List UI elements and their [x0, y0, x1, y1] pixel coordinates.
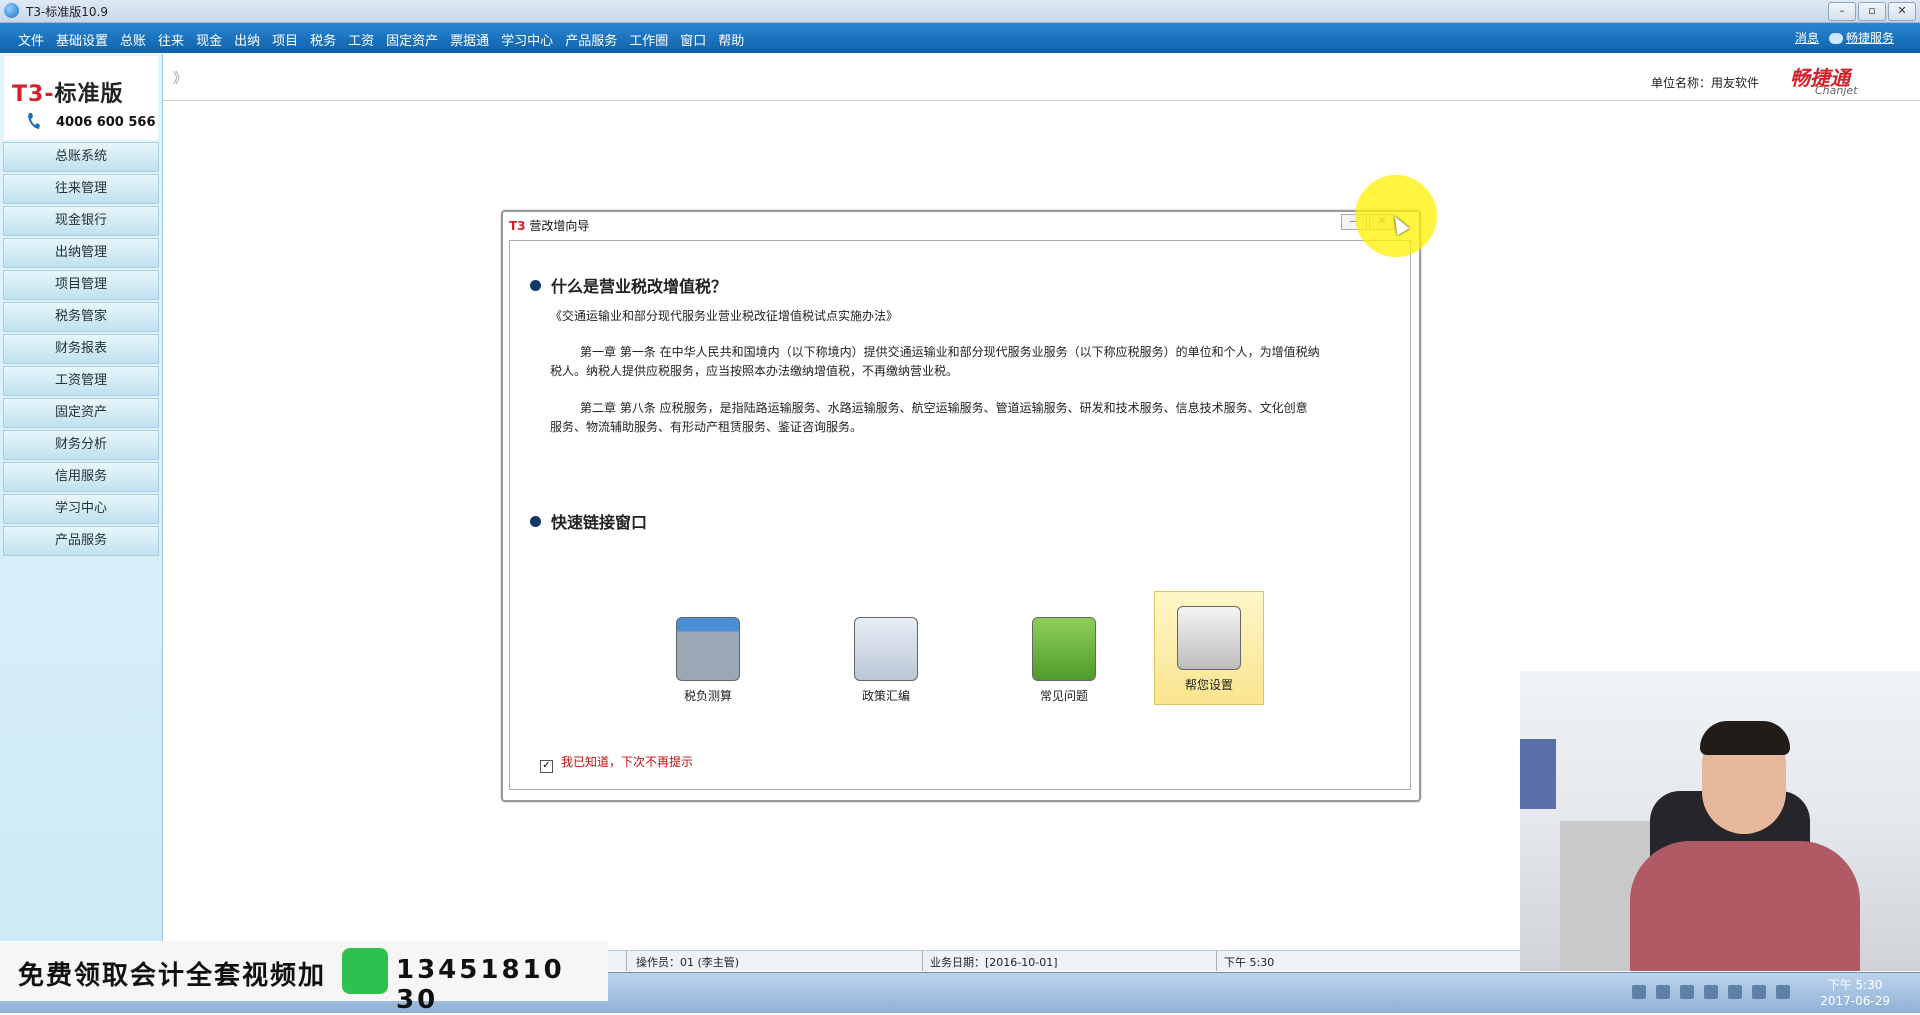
- para1-line2: 税人。纳税人提供应税服务，应当按照本办法缴纳增值税，不再缴纳营业税。: [550, 364, 959, 378]
- status-business-date: 业务日期：[2016-10-01]: [930, 956, 1058, 969]
- tile-setup-help[interactable]: 帮您设置: [1154, 591, 1264, 705]
- tray-app-icon[interactable]: [1752, 985, 1766, 999]
- menu-accounts[interactable]: 往来: [152, 30, 190, 49]
- menu-payroll[interactable]: 工资: [342, 30, 380, 49]
- para2-line2: 服务、物流辅助服务、有形动产租赁服务、鉴证咨询服务。: [550, 420, 863, 434]
- clock-date: 2017-06-29: [1820, 994, 1890, 1008]
- promo-banner: 免费领取会计全套视频加 13451810 30: [0, 941, 608, 1015]
- menu-help[interactable]: 帮助: [712, 30, 750, 49]
- tray-network-icon[interactable]: [1656, 985, 1670, 999]
- system-tray: [1632, 985, 1790, 999]
- dont-show-again[interactable]: ✓ 我已知道，下次不再提示: [540, 753, 693, 773]
- sidebar-item-general-ledger[interactable]: 总账系统: [3, 142, 159, 172]
- status-operator: 操作员：01 (李主管): [636, 956, 740, 969]
- notebook-icon: [1032, 617, 1096, 681]
- menu-cash[interactable]: 现金: [190, 30, 228, 49]
- sidebar-item-project[interactable]: 项目管理: [3, 270, 159, 300]
- section-title-what-is: 什么是营业税改增值税？: [530, 273, 727, 297]
- menu-invoice[interactable]: 票据通: [444, 30, 495, 49]
- dont-show-again-checkbox[interactable]: ✓: [540, 760, 553, 773]
- menu-general-ledger[interactable]: 总账: [114, 30, 152, 49]
- window-titlebar: T3-标准版10.9 – ▫ ✕: [0, 0, 1920, 23]
- tray-app-icon[interactable]: [1704, 985, 1718, 999]
- sidebar-item-fixed-assets[interactable]: 固定资产: [3, 398, 159, 428]
- close-button[interactable]: ✕: [1888, 2, 1916, 21]
- tray-app-icon[interactable]: [1728, 985, 1742, 999]
- sidebar-item-credit[interactable]: 信用服务: [3, 462, 159, 492]
- status-time: 下午 5:30: [1224, 956, 1275, 969]
- webcam-overlay: [1520, 671, 1920, 971]
- dont-show-again-label: 我已知道，下次不再提示: [561, 755, 694, 769]
- sidebar-item-tax[interactable]: 税务管家: [3, 302, 159, 332]
- menu-basic-settings[interactable]: 基础设置: [50, 30, 114, 49]
- calculator-icon: [676, 617, 740, 681]
- minimize-button[interactable]: –: [1828, 2, 1856, 21]
- tile-faq[interactable]: 常见问题: [1010, 603, 1118, 713]
- presenter-hair: [1700, 721, 1790, 755]
- sidebar-nav: 总账系统 往来管理 现金银行 出纳管理 项目管理 税务管家 财务报表 工资管理 …: [3, 142, 159, 558]
- header-strip: 》 单位名称：用友软件 畅捷通 Chanjet: [163, 54, 1920, 101]
- messages-link[interactable]: 消息: [1795, 29, 1819, 46]
- status-divider: [922, 951, 923, 971]
- menu-cashier[interactable]: 出纳: [228, 30, 266, 49]
- sidebar-item-learning[interactable]: 学习中心: [3, 494, 159, 524]
- menu-tax[interactable]: 税务: [304, 30, 342, 49]
- clock-time: 下午 5:30: [1827, 978, 1883, 992]
- menu-learning[interactable]: 学习中心: [495, 30, 559, 49]
- sidebar-item-products[interactable]: 产品服务: [3, 526, 159, 556]
- promo-number: 13451810 30: [396, 955, 565, 1015]
- presenter-shirt: [1630, 841, 1860, 971]
- maximize-button[interactable]: ▫: [1858, 2, 1886, 21]
- status-divider: [1216, 951, 1217, 971]
- tile-tax-calculation[interactable]: 税负测算: [654, 603, 762, 713]
- para2-line1: 第二章 第八条 应税服务，是指陆路运输服务、水路运输服务、航空运输服务、管道运输…: [580, 401, 1308, 415]
- menu-fixed-assets[interactable]: 固定资产: [380, 30, 444, 49]
- sidebar-item-cash-bank[interactable]: 现金银行: [3, 206, 159, 236]
- logo: T3-标准版 4006 600 566: [4, 56, 158, 140]
- doc-title: 《交通运输业和部分现代服务业营业税改征增值税试点实施办法》: [550, 309, 899, 323]
- unit-name: 单位名称：用友软件: [1651, 76, 1760, 90]
- sidebar-item-analysis[interactable]: 财务分析: [3, 430, 159, 460]
- dialog-title: T3 营改增向导: [509, 219, 590, 233]
- sidebar-item-reports[interactable]: 财务报表: [3, 334, 159, 364]
- taskbar-clock[interactable]: 下午 5:30 2017-06-29: [1820, 977, 1890, 1009]
- app-icon: [4, 3, 19, 18]
- service-link[interactable]: 畅捷服务: [1828, 29, 1894, 46]
- menubar: 文件 基础设置 总账 往来 现金 出纳 项目 税务 工资 固定资产 票据通 学习…: [0, 23, 1920, 53]
- brand-logo-sub: Chanjet: [1815, 84, 1858, 97]
- people-icon: [854, 617, 918, 681]
- menu-project[interactable]: 项目: [266, 30, 304, 49]
- menu-window[interactable]: 窗口: [674, 30, 712, 49]
- phone-icon: [28, 113, 40, 129]
- sidebar-item-cashier[interactable]: 出纳管理: [3, 238, 159, 268]
- sidebar-item-accounts[interactable]: 往来管理: [3, 174, 159, 204]
- phone-number: 4006 600 566: [56, 115, 156, 130]
- bullet-icon: [530, 280, 541, 291]
- bullet-icon: [530, 516, 541, 527]
- menu-file[interactable]: 文件: [12, 30, 50, 49]
- vat-wizard-dialog: T3 营改增向导 — ✕ 什么是营业税改增值税？ 《交通运输业和部分现代服务业营…: [501, 210, 1421, 802]
- para1-line1: 第一章 第一条 在中华人民共和国境内（以下称境内）提供交通运输业和部分现代服务业…: [580, 345, 1320, 359]
- tray-volume-icon[interactable]: [1776, 985, 1790, 999]
- dialog-body: 什么是营业税改增值税？ 《交通运输业和部分现代服务业营业税改征增值税试点实施办法…: [509, 240, 1411, 790]
- tile-policy-collection[interactable]: 政策汇编: [832, 603, 940, 713]
- wechat-icon: [342, 948, 388, 994]
- sidebar: T3-标准版 4006 600 566 总账系统 往来管理 现金银行 出纳管理 …: [0, 54, 163, 958]
- window-title: T3-标准版10.9: [26, 5, 109, 19]
- tray-app-icon[interactable]: [1680, 985, 1694, 999]
- sidebar-item-payroll[interactable]: 工资管理: [3, 366, 159, 396]
- tray-keyboard-icon[interactable]: [1632, 985, 1646, 999]
- logo-name: T3-标准版: [12, 82, 124, 107]
- menu-products[interactable]: 产品服务: [559, 30, 623, 49]
- settings-icon: [1177, 606, 1241, 670]
- menu-workcircle[interactable]: 工作圈: [623, 30, 674, 49]
- section-title-quick-links: 快速链接窗口: [530, 509, 647, 533]
- promo-text: 免费领取会计全套视频加: [18, 961, 327, 991]
- status-divider: [626, 951, 627, 971]
- service-link-label[interactable]: 畅捷服务: [1846, 31, 1894, 45]
- collapse-sidebar-button[interactable]: 》: [173, 68, 187, 88]
- chat-bubble-icon: [1828, 33, 1843, 44]
- wall-poster: [1520, 739, 1556, 809]
